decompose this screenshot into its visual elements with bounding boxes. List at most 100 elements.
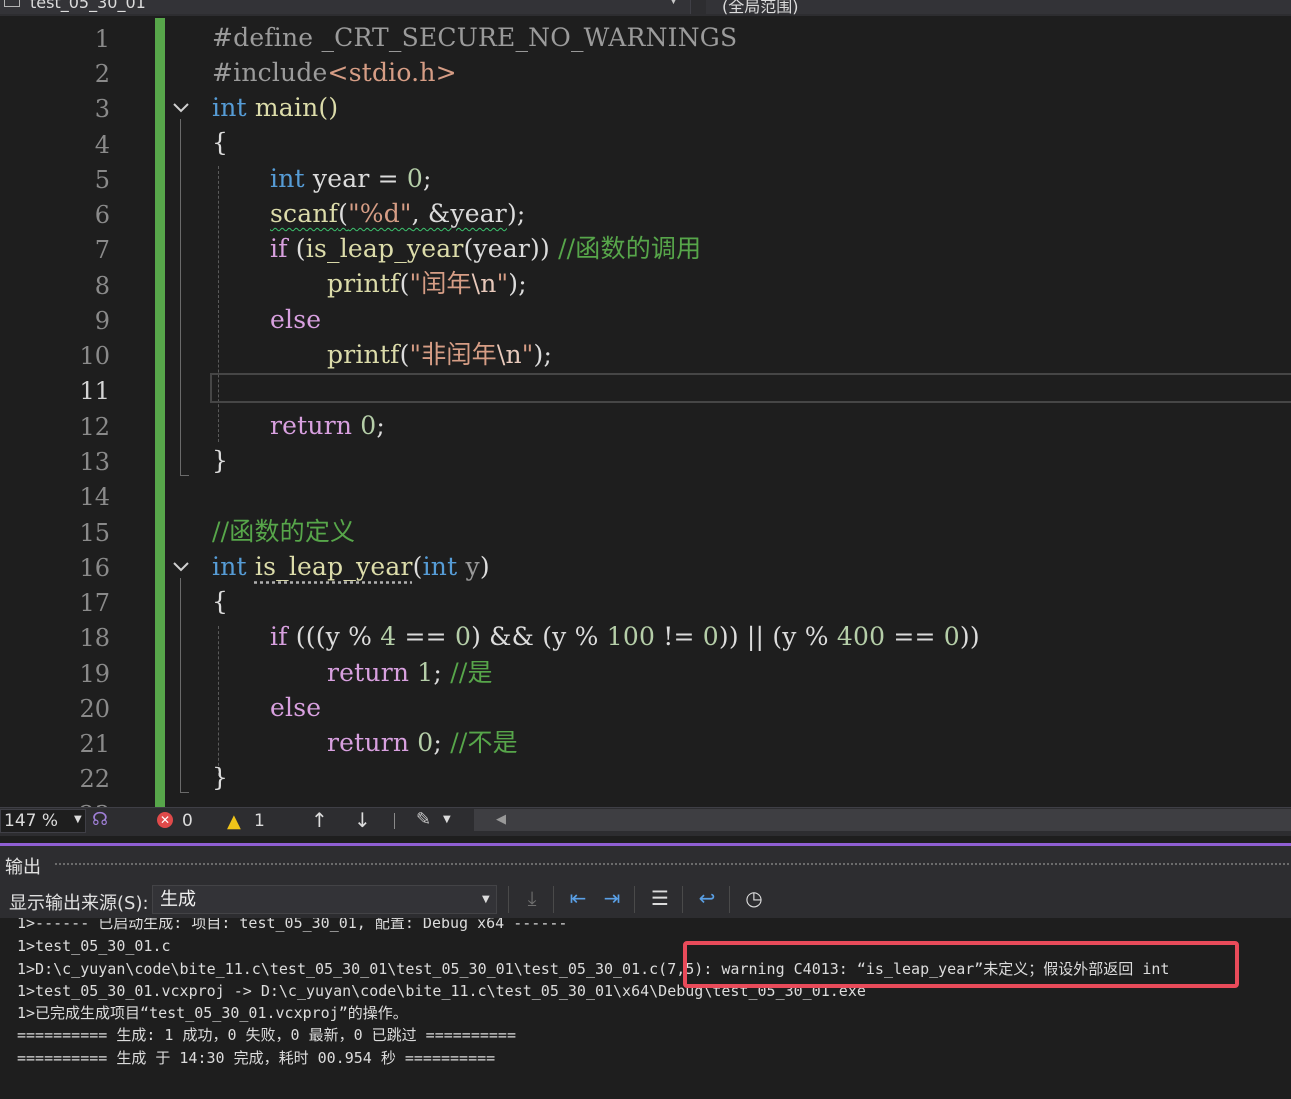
output-line: ========== 生成: 1 成功，0 失败，0 最新，0 已跳过 ====… [17, 1026, 516, 1044]
code-text: , &year [411, 199, 507, 228]
control-keyword: return [327, 728, 410, 757]
function-name: printf [327, 269, 400, 298]
line-number: 4 [94, 131, 110, 159]
brace: { [212, 128, 229, 157]
code-line: { [212, 584, 228, 619]
line-number: 21 [79, 730, 110, 758]
project-dropdown-label: test_05_30_01 [30, 0, 146, 12]
toggle-word-wrap-icon[interactable]: ↩ [694, 886, 720, 910]
code-text: ; [376, 411, 386, 440]
change-tracking-bar [155, 18, 165, 807]
chevron-down-icon[interactable]: ▼ [74, 814, 82, 825]
code-text: ( [412, 552, 423, 581]
number-literal: 0 [352, 411, 377, 440]
include-header: <stdio.h> [327, 58, 457, 87]
line-number: 1 [94, 25, 110, 53]
code-line: return 0; [270, 408, 385, 443]
line-number: 6 [94, 201, 110, 229]
panel-drag-handle[interactable] [54, 862, 1289, 867]
editor-status-bar: 147 % ▼ ☊ ✕ 0 ▲ 1 ↑ ↓ ✎ ▼ ◀ [0, 807, 1291, 836]
warning-count[interactable]: 1 [254, 811, 265, 831]
indicator-margin [0, 16, 36, 807]
line-number: 9 [94, 307, 110, 335]
code-line: //函数的定义 [212, 514, 355, 549]
code-line: return 0; //不是 [327, 725, 518, 760]
previous-issue-icon[interactable]: ↑ [311, 808, 328, 832]
scroll-left-icon[interactable]: ◀ [496, 812, 506, 827]
function-signature: main() [246, 93, 339, 122]
control-keyword: return [270, 411, 353, 440]
code-text: ; [433, 658, 451, 687]
scope-dropdown[interactable]: (全局范围) [706, 0, 1291, 16]
keyword: int [422, 552, 458, 581]
line-number: 22 [79, 765, 110, 793]
code-line: if (((y % 4 == 0) && (y % 100 != 0)) || … [270, 619, 980, 654]
code-health-icon[interactable]: ☊ [92, 809, 108, 830]
line-number: 10 [79, 342, 110, 370]
fold-guide [180, 119, 181, 475]
line-number: 23 [40, 798, 110, 807]
output-source-label: 显示输出来源(S): [9, 893, 149, 914]
code-text: ; [423, 164, 432, 193]
code-line: return 1; //是 [327, 655, 493, 690]
collapse-main-icon[interactable] [171, 98, 191, 118]
next-issue-icon[interactable]: ↓ [354, 808, 371, 832]
brace: } [212, 763, 229, 792]
fold-guide-end [180, 792, 189, 793]
code-line: } [212, 443, 228, 478]
code-text: ); [508, 269, 527, 298]
line-number: 7 [94, 236, 110, 264]
fold-guide [180, 578, 181, 792]
code-text: )) || (y % [718, 622, 837, 651]
code-text: ( [399, 269, 410, 298]
horizontal-scrollbar[interactable] [474, 809, 1291, 831]
code-line: int is_leap_year(int y) [212, 549, 490, 584]
output-line: 1>已完成生成项目“test_05_30_01.vcxproj”的操作。 [17, 1004, 408, 1022]
brace: } [212, 446, 229, 475]
clear-all-icon[interactable]: ☰ [647, 886, 673, 910]
code-cleanup-icon[interactable]: ✎ [416, 809, 431, 830]
parameter: y [457, 552, 480, 581]
indent-guide [218, 626, 219, 776]
error-icon[interactable]: ✕ [157, 812, 173, 828]
collapse-is-leap-year-icon[interactable] [171, 557, 191, 577]
code-line: #define _CRT_SECURE_NO_WARNINGS [212, 20, 737, 55]
chevron-down-icon: ▼ [670, 0, 677, 6]
clock-icon[interactable]: ◷ [741, 886, 767, 910]
line-number: 15 [79, 519, 110, 547]
code-line: int year = 0; [270, 161, 432, 196]
code-text: ( [338, 199, 349, 228]
previous-message-icon[interactable]: ⇤ [565, 886, 591, 910]
code-text: year = [304, 164, 407, 193]
line-number: 12 [79, 413, 110, 441]
error-count[interactable]: 0 [182, 811, 193, 831]
escape-sequence: \n [496, 340, 522, 369]
comment: //函数的定义 [212, 517, 356, 546]
project-dropdown[interactable]: test_05_30_01 ▼ [0, 0, 691, 14]
code-line: scanf("%d", &year); [270, 196, 526, 231]
macro-name: _CRT_SECURE_NO_WARNINGS [313, 23, 738, 52]
chevron-down-icon[interactable]: ▼ [482, 894, 490, 905]
warning-icon[interactable]: ▲ [227, 811, 241, 832]
code-editor[interactable]: 1 2 3 4 5 6 7 8 9 10 11 12 13 14 15 16 1… [0, 16, 1291, 807]
line-number-current: 11 [79, 377, 110, 405]
divider [394, 813, 395, 829]
code-text: ; [433, 728, 451, 757]
code-text: == [396, 622, 455, 651]
line-number: 14 [79, 483, 110, 511]
project-icon [4, 0, 20, 7]
code-text: ( [399, 340, 410, 369]
brace: { [212, 587, 229, 616]
chevron-down-icon[interactable]: ▼ [443, 814, 451, 825]
code-line: } [212, 760, 228, 795]
code-line: int main() [212, 90, 338, 125]
next-message-icon[interactable]: ⇥ [599, 886, 625, 910]
line-number: 13 [79, 448, 110, 476]
keyword: int [270, 164, 305, 193]
find-message-in-code-icon[interactable]: ⤓ [519, 886, 545, 910]
code-line: printf("闰年\n"); [327, 266, 527, 301]
escape-sequence: \n [471, 269, 497, 298]
line-number: 2 [94, 60, 110, 88]
current-line-highlight [210, 373, 1291, 403]
output-source-select[interactable]: 生成 [152, 885, 497, 914]
